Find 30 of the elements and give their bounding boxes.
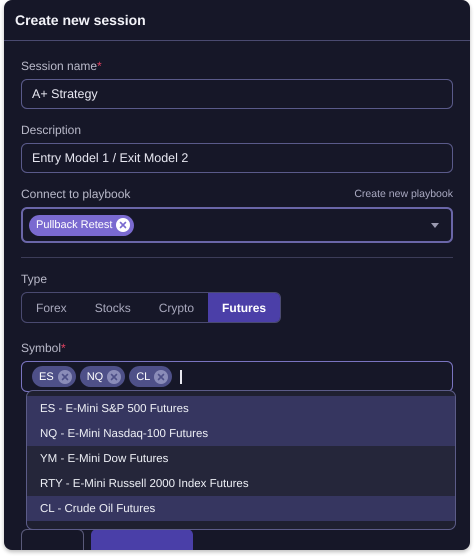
text-cursor xyxy=(180,370,182,384)
type-tab[interactable]: Futures xyxy=(208,293,280,322)
remove-icon[interactable] xyxy=(107,370,122,384)
field-label: Session name* xyxy=(21,59,102,73)
field-label: Description xyxy=(21,123,82,137)
remove-icon[interactable] xyxy=(154,370,168,384)
symbol-chip: NQ xyxy=(80,366,126,387)
type-tab[interactable]: Crypto xyxy=(144,293,208,322)
type-tab[interactable]: Stocks xyxy=(80,293,145,322)
remove-icon[interactable] xyxy=(58,370,72,384)
dropdown-option[interactable]: ES - E-Mini S&P 500 Futures xyxy=(27,396,455,421)
create-button[interactable] xyxy=(91,529,193,550)
symbol-chip: CL xyxy=(129,366,172,387)
dropdown-option[interactable]: YM - E-Mini Dow Futures xyxy=(27,446,455,471)
field-label: Connect to playbook xyxy=(21,187,130,201)
text-field[interactable]: Entry Model 1 / Exit Model 2 xyxy=(21,143,453,173)
create-playbook-link[interactable]: Create new playbook xyxy=(354,188,453,200)
dialog-title: Create new session xyxy=(15,12,146,28)
field-label: Symbol* xyxy=(21,341,66,355)
remove-icon[interactable] xyxy=(116,218,130,232)
symbol-chip: ES xyxy=(32,366,76,387)
type-tab[interactable]: Forex xyxy=(22,293,81,322)
dropdown-option[interactable]: RTY - E-Mini Russell 2000 Index Futures xyxy=(27,471,455,496)
text-field[interactable]: A+ Strategy xyxy=(21,79,453,109)
dropdown-option[interactable]: NQ - E-Mini Nasdaq-100 Futures xyxy=(27,421,455,446)
dropdown-option[interactable]: CL - Crude Oil Futures xyxy=(27,496,455,521)
caret-icon xyxy=(431,222,439,228)
playbook-select[interactable]: Pullback Retest xyxy=(21,207,453,243)
field-label: Type xyxy=(21,272,48,286)
playbook-chip: Pullback Retest xyxy=(29,214,134,236)
